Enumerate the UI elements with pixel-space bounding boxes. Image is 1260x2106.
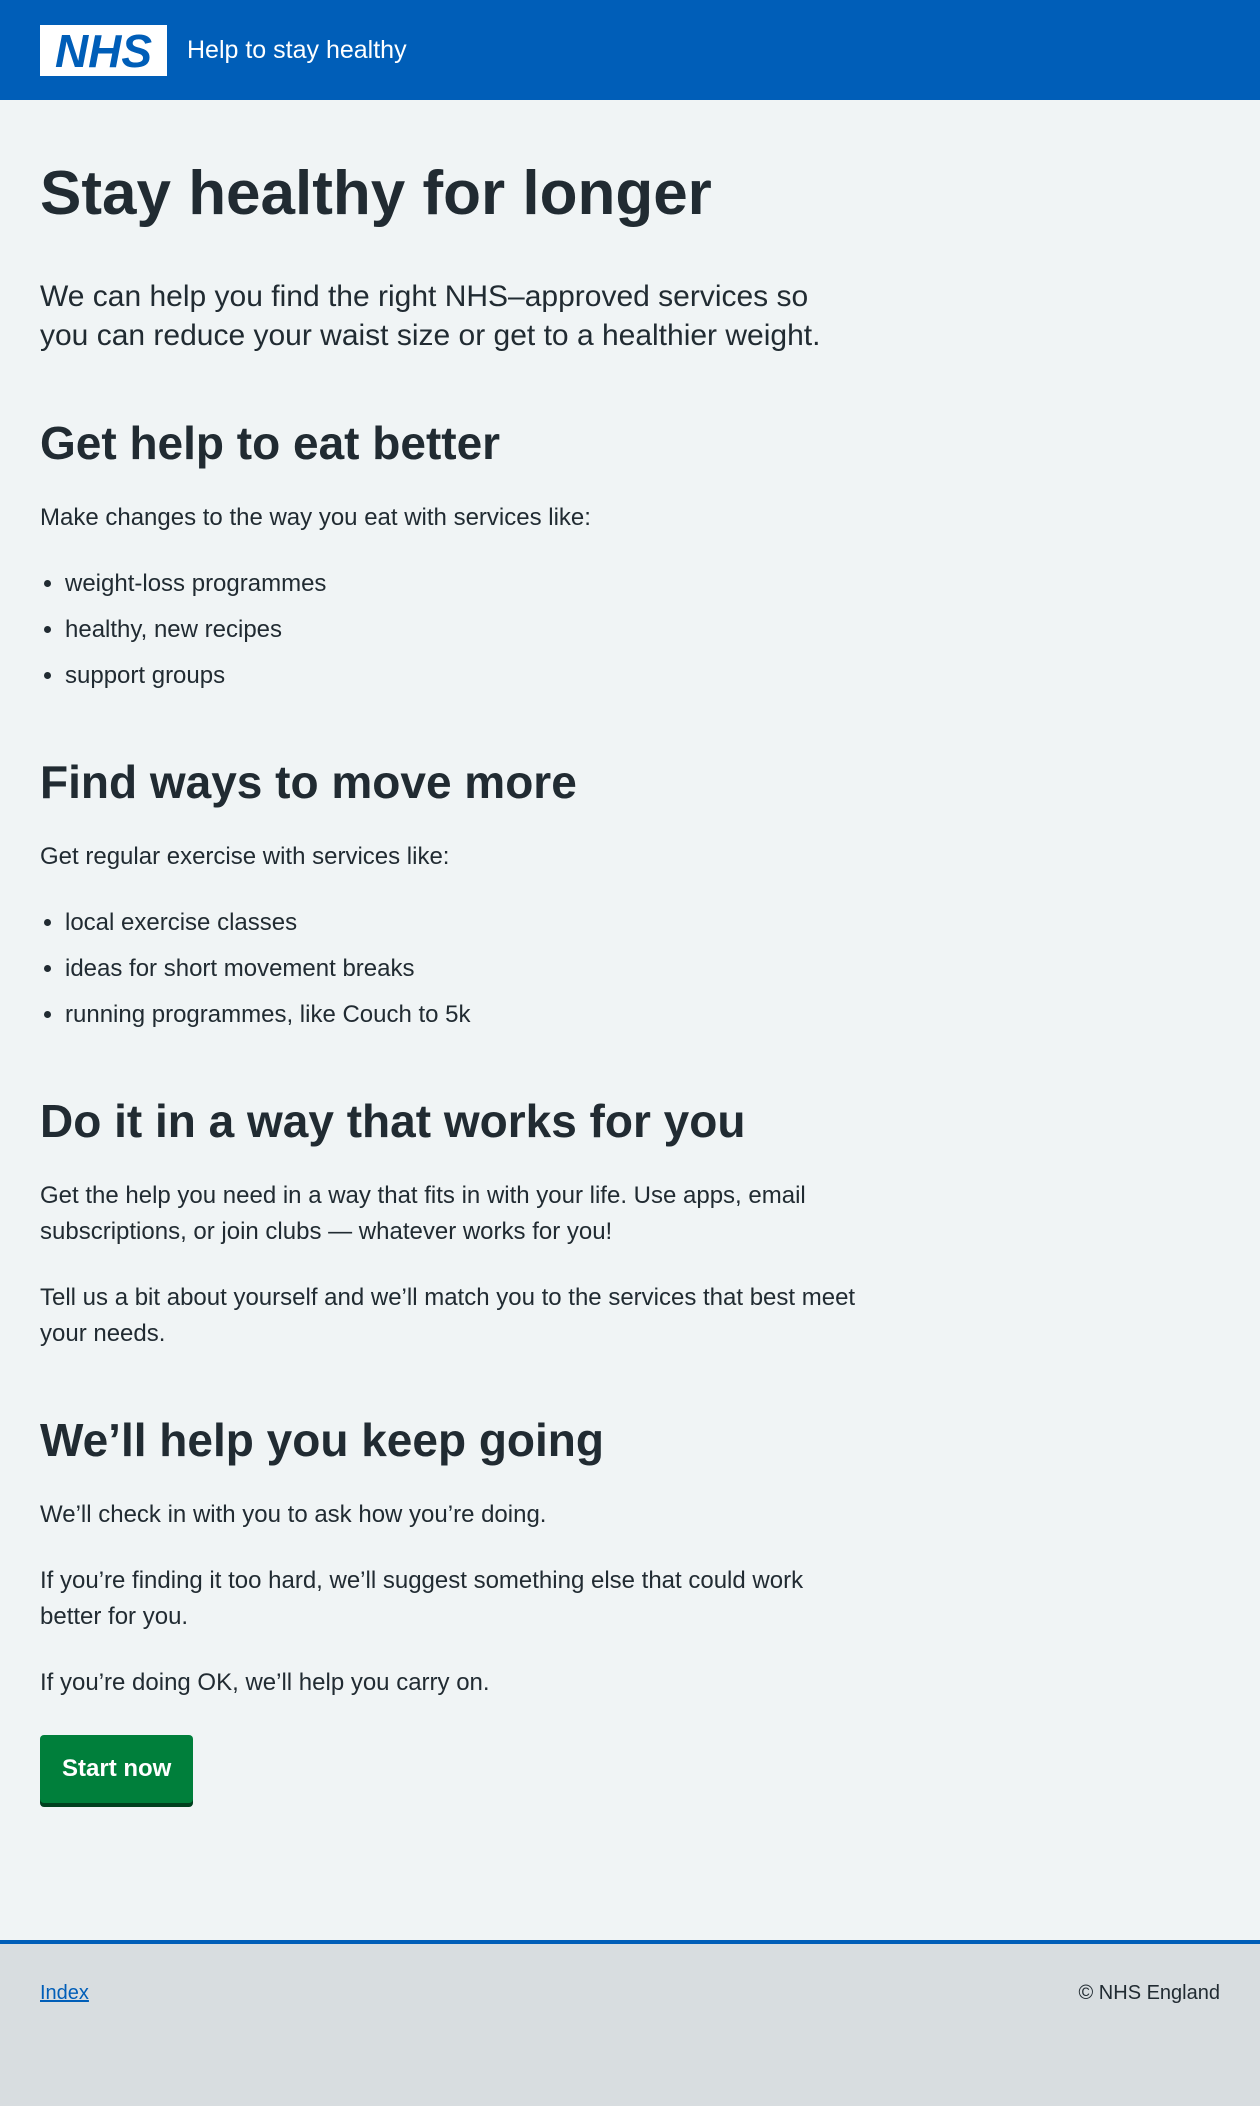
section-paragraph: If you’re finding it too hard, we’ll sug… xyxy=(40,1566,804,1630)
list-item: ideas for short movement breaks xyxy=(65,951,860,987)
copyright-text: © NHS England xyxy=(1078,1982,1220,2004)
site-footer: Index © NHS England xyxy=(0,1940,1260,2106)
section-heading: We’ll help you keep going xyxy=(40,1413,604,1466)
bullet-list: weight-loss programmes healthy, new reci… xyxy=(40,566,860,694)
section-paragraph: Make changes to the way you eat with ser… xyxy=(40,504,591,532)
footer-inner: Index © NHS England xyxy=(0,1944,1260,2005)
list-item: support groups xyxy=(65,658,860,694)
service-name-link[interactable]: Help to stay healthy xyxy=(187,36,407,65)
nhs-logo-link[interactable]: NHS xyxy=(40,24,167,76)
footer-index-link[interactable]: Index xyxy=(40,1982,89,2005)
list-item: healthy, new recipes xyxy=(65,612,860,648)
section-move-more: Find ways to move more Get regular exerc… xyxy=(40,756,860,1033)
nhs-logo: NHS xyxy=(40,24,167,76)
section-paragraph: Get regular exercise with services like: xyxy=(40,843,450,871)
svg-text:NHS: NHS xyxy=(55,25,152,76)
section-paragraph: Tell us a bit about yourself and we’ll m… xyxy=(40,1283,856,1347)
main-content: Stay healthy for longer We can help you … xyxy=(0,158,900,1803)
section-eat-better: Get help to eat better Make changes to t… xyxy=(40,417,860,694)
site-header: NHS Help to stay healthy xyxy=(0,0,1260,100)
section-heading: Get help to eat better xyxy=(40,417,501,470)
section-keep-going: We’ll help you keep going We’ll check in… xyxy=(40,1414,860,1701)
list-item: local exercise classes xyxy=(65,905,860,941)
page-title: Stay healthy for longer xyxy=(40,159,712,228)
bullet-list: local exercise classes ideas for short m… xyxy=(40,905,860,1033)
section-heading: Find ways to move more xyxy=(40,756,577,809)
section-paragraph: If you’re doing OK, we’ll help you carry… xyxy=(40,1668,490,1696)
section-paragraph: Get the help you need in a way that fits… xyxy=(40,1181,806,1245)
section-heading: Do it in a way that works for you xyxy=(40,1095,746,1148)
list-item: weight-loss programmes xyxy=(65,566,860,602)
section-works-for-you: Do it in a way that works for you Get th… xyxy=(40,1095,860,1352)
section-paragraph: We’ll check in with you to ask how you’r… xyxy=(40,1500,547,1528)
list-item: running programmes, like Couch to 5k xyxy=(65,997,860,1033)
start-now-button[interactable]: Start now xyxy=(40,1734,194,1803)
lead-paragraph: We can help you find the right NHS–appro… xyxy=(40,280,821,353)
